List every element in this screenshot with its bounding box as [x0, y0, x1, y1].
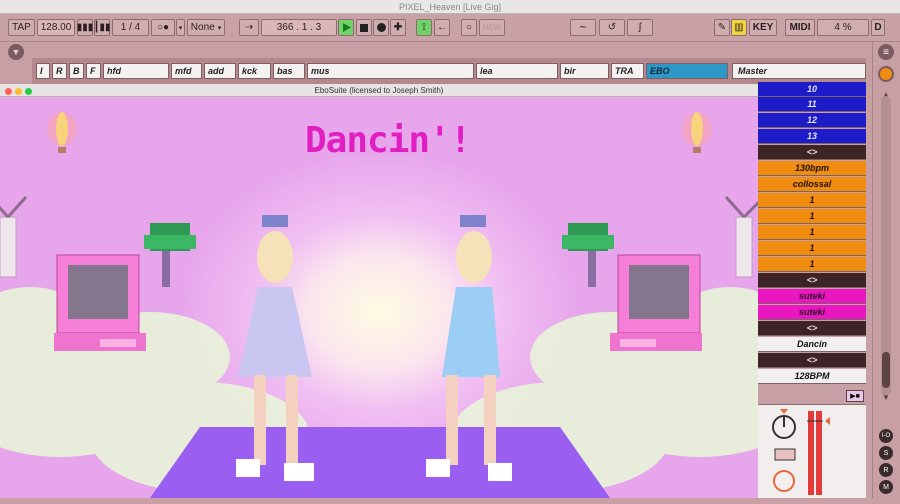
scene-slot[interactable]: <>	[758, 273, 866, 288]
scene-slot[interactable]: 130bpm	[758, 161, 866, 176]
cpu-meter: 4 %	[817, 19, 869, 36]
control-bar: TAP 128.00 ▮▮▮ ┃▮▮ 1 / 4 ○● ▾ None ▾ ⇢ 36…	[0, 14, 900, 42]
stop-button[interactable]	[356, 19, 372, 36]
scene-slot[interactable]: 12	[758, 113, 866, 128]
io-toggle-icon[interactable]	[878, 66, 894, 82]
track-header[interactable]: B	[69, 63, 84, 79]
play-button[interactable]	[338, 19, 354, 36]
scene-slot[interactable]: 1	[758, 209, 866, 224]
pixel-tree-left	[144, 223, 196, 287]
hide-browser-icon[interactable]: ▼	[8, 44, 24, 60]
hot-air-balloon-left	[47, 112, 77, 153]
scrollbar-thumb[interactable]	[882, 352, 890, 388]
sends-icon[interactable]: S	[879, 446, 893, 460]
track-header[interactable]: mfd	[171, 63, 202, 79]
loop-icon[interactable]: ↺	[599, 19, 625, 36]
track-header-selected[interactable]: EBO	[646, 63, 728, 79]
scene-slot[interactable]: 10	[758, 82, 866, 97]
vertical-scrollbar[interactable]	[881, 96, 891, 396]
windmill-right	[724, 195, 758, 278]
window-title-bar: PIXEL_Heaven [Live Gig]	[0, 0, 900, 14]
plugin-title-bar: EboSuite (licensed to Joseph Smith)	[0, 84, 758, 97]
draw-curve-icon[interactable]: ∼	[570, 19, 596, 36]
track-header[interactable]: bas	[273, 63, 305, 79]
track-header[interactable]: bir	[560, 63, 609, 79]
menu-icon[interactable]: ≡	[878, 44, 894, 60]
stop-all-clips-icon[interactable]: ▶■	[846, 390, 864, 402]
zoom-icon[interactable]	[25, 88, 32, 95]
metronome-icon[interactable]: ○●	[151, 19, 175, 36]
scene-slot[interactable]: Dancin	[758, 337, 866, 352]
scene-slot[interactable]: <>	[758, 353, 866, 368]
retro-computer-right	[610, 254, 702, 351]
session-record-button[interactable]: ○	[461, 19, 477, 36]
overdub-add-button[interactable]: ✚	[390, 19, 406, 36]
disk-overload-indicator: D	[871, 19, 885, 36]
record-button[interactable]	[373, 19, 389, 36]
grid-icon[interactable]: ▥	[731, 19, 747, 36]
metronome-menu-icon[interactable]: ▾	[176, 19, 185, 36]
tap-button[interactable]: TAP	[8, 19, 35, 36]
hot-air-balloon-right	[682, 112, 712, 153]
track-header[interactable]: mus	[307, 63, 474, 79]
track-header[interactable]: I	[36, 63, 50, 79]
io-icon[interactable]: I-O	[879, 429, 893, 443]
track-header[interactable]: TRA	[611, 63, 644, 79]
dance-floor	[150, 427, 610, 498]
minimize-icon[interactable]	[15, 88, 22, 95]
scene-slot[interactable]: <>	[758, 145, 866, 160]
new-clip-button[interactable]: NEW	[479, 19, 505, 36]
master-track-header[interactable]: Master	[732, 63, 866, 79]
retro-computer-left	[54, 254, 146, 351]
window-title: PIXEL_Heaven [Live Gig]	[398, 2, 502, 12]
track-header[interactable]: F	[86, 63, 101, 79]
scene-slot[interactable]: 128BPM	[758, 369, 866, 384]
scene-slot[interactable]: suteki	[758, 289, 866, 304]
scene-slot[interactable]: 11	[758, 97, 866, 112]
time-signature-field[interactable]: 1 / 4	[112, 19, 149, 36]
back-to-arrangement-icon[interactable]: ←	[434, 19, 450, 36]
quantize-select[interactable]: None ▾	[187, 19, 225, 36]
track-header[interactable]: R	[52, 63, 67, 79]
nudge-down-icon[interactable]: ▮▮▮	[77, 19, 93, 36]
scene-slot[interactable]: 13	[758, 129, 866, 144]
scene-slot[interactable]: 1	[758, 257, 866, 272]
windmill-left	[0, 195, 28, 278]
track-header[interactable]: lea	[476, 63, 558, 79]
follow-icon[interactable]: ⇢	[239, 19, 259, 36]
punch-icon[interactable]: ∫	[627, 19, 653, 36]
key-map-button[interactable]: KEY	[749, 19, 777, 36]
scene-slot[interactable]: 1	[758, 241, 866, 256]
device-panel	[758, 404, 866, 498]
pixel-tree-right	[562, 223, 614, 287]
track-header[interactable]: hfd	[103, 63, 169, 79]
automation-arm-icon[interactable]: ⟟	[416, 19, 432, 36]
arrangement-position-field[interactable]: 366 . 1 . 3	[261, 19, 337, 36]
nudge-up-icon[interactable]: ┃▮▮	[93, 19, 111, 36]
scene-slot[interactable]: 1	[758, 225, 866, 240]
quantize-value: None	[190, 22, 215, 33]
scene-slot[interactable]: collossal	[758, 177, 866, 192]
scene-slot[interactable]: suteki	[758, 305, 866, 320]
plugin-title: EboSuite (licensed to Joseph Smith)	[314, 86, 444, 95]
midi-map-button[interactable]: MIDI	[785, 19, 815, 36]
pencil-icon[interactable]: ✎	[714, 19, 730, 36]
scroll-down-icon[interactable]: ▼	[882, 393, 890, 402]
returns-icon[interactable]: R	[879, 463, 893, 477]
scene-slot[interactable]: <>	[758, 321, 866, 336]
close-icon[interactable]	[5, 88, 12, 95]
scene-slot[interactable]: 1	[758, 193, 866, 208]
track-header[interactable]: kck	[238, 63, 271, 79]
track-header[interactable]: add	[204, 63, 236, 79]
mixer-icon[interactable]: M	[879, 480, 893, 494]
tempo-field[interactable]: 128.00	[37, 19, 75, 36]
scene-overlay-text: Dancin'!	[305, 120, 471, 161]
